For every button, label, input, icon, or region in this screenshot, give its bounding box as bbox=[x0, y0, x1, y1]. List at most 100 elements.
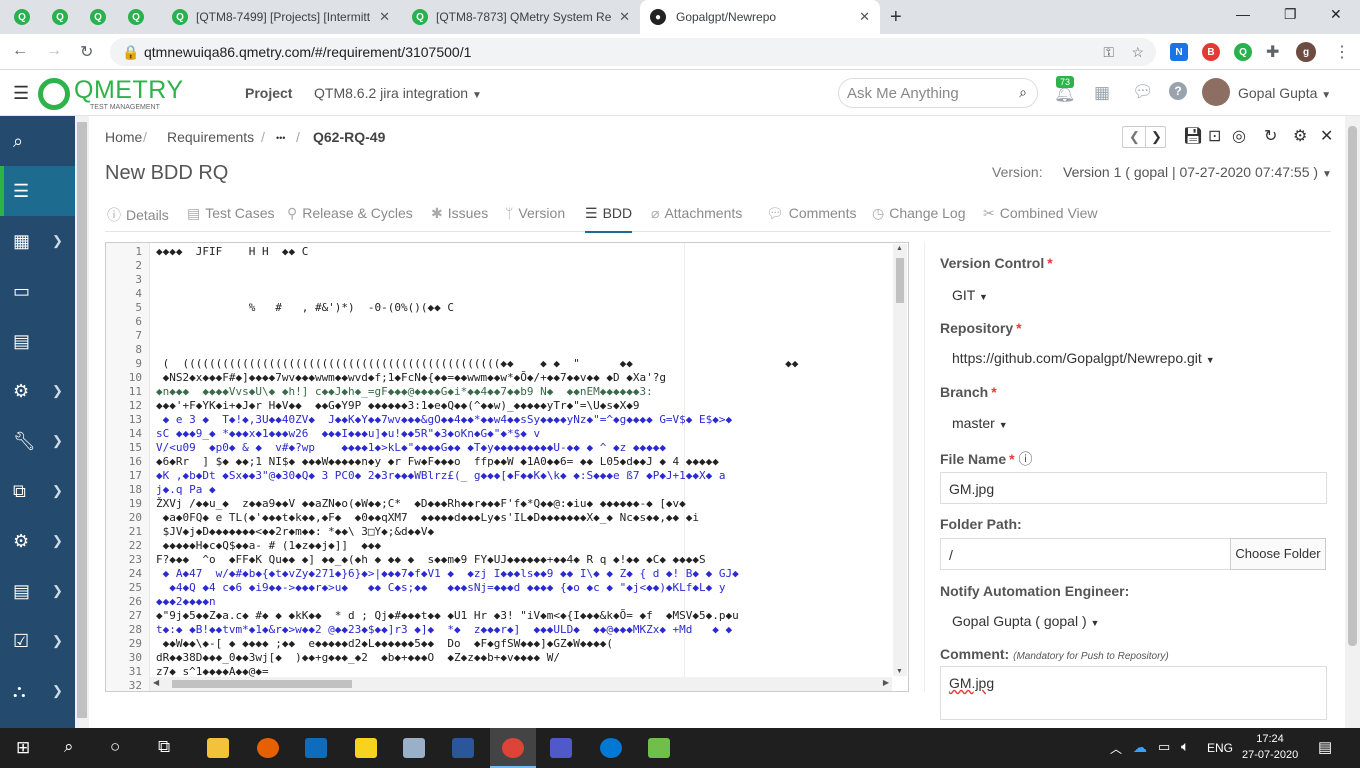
tab-bdd[interactable]: ☰ BDD bbox=[585, 205, 633, 233]
version-control-select[interactable]: GIT ▼ bbox=[952, 287, 988, 303]
task-view-icon[interactable]: ⧉ bbox=[158, 737, 170, 757]
user-menu[interactable]: Gopal Gupta ▼ bbox=[1238, 85, 1331, 101]
extension-badge-icon[interactable]: B bbox=[1202, 43, 1220, 61]
save-icon[interactable]: 💾︎ bbox=[1183, 126, 1203, 146]
close-tab-icon[interactable]: ✕ bbox=[379, 9, 390, 25]
windows-start-icon[interactable]: ⊞ bbox=[16, 738, 30, 758]
bookmark-star-icon[interactable]: ☆ bbox=[1131, 38, 1144, 66]
browser-tab[interactable]: Q bbox=[90, 0, 118, 34]
editor-horizontal-scrollbar[interactable]: ◀ ▶ bbox=[150, 677, 892, 691]
cortana-icon[interactable]: ○ bbox=[110, 737, 120, 757]
tab-test-cases[interactable]: ▤ Test Cases bbox=[187, 205, 274, 231]
extension-qmetry-icon[interactable]: Q bbox=[1234, 43, 1252, 61]
branch-select[interactable]: master ▼ bbox=[952, 415, 1008, 431]
outlook-icon[interactable] bbox=[305, 738, 327, 758]
save-and-close-icon[interactable]: ⊡ bbox=[1208, 126, 1221, 146]
new-tab-button[interactable]: + bbox=[890, 0, 910, 34]
hamburger-menu-icon[interactable]: ☰ bbox=[13, 83, 29, 104]
settings-gear-icon[interactable]: ⚙ bbox=[1293, 126, 1307, 146]
extension-n-icon[interactable]: N bbox=[1170, 43, 1188, 61]
tab-release-cycles[interactable]: ⚲ Release & Cycles bbox=[287, 205, 413, 231]
calendar-icon[interactable]: ▦ bbox=[1094, 83, 1110, 103]
browser-tab-qtm8-7499[interactable]: Q [QTM8-7499] [Projects] [Intermitt ✕ bbox=[160, 0, 400, 34]
browser-tab[interactable]: Q bbox=[52, 0, 80, 34]
profile-avatar[interactable]: g bbox=[1296, 42, 1316, 62]
info-circle-icon[interactable]: ⓘ bbox=[1018, 451, 1032, 467]
sidebar-item-tools[interactable]: 🔧︎ ❯ bbox=[0, 416, 75, 466]
sticky-notes-icon[interactable] bbox=[355, 738, 377, 758]
breadcrumb-home[interactable]: Home bbox=[105, 129, 142, 145]
page-scrollbar[interactable] bbox=[1345, 116, 1360, 728]
comment-textarea[interactable]: GM.jpg bbox=[940, 666, 1327, 720]
user-avatar[interactable] bbox=[1202, 78, 1230, 106]
tab-version[interactable]: ᛘ Version bbox=[505, 205, 565, 231]
chat-icon[interactable]: 💬︎ bbox=[1132, 82, 1154, 102]
sidebar-item-requirements[interactable]: ☰ bbox=[0, 166, 75, 216]
clock-time[interactable]: 17:24 bbox=[1250, 733, 1290, 745]
close-record-icon[interactable]: ✕ bbox=[1320, 126, 1333, 146]
word-icon[interactable] bbox=[452, 738, 474, 758]
sidebar-item-archive[interactable]: ▭ bbox=[0, 266, 75, 316]
address-bar[interactable]: 🔒 qtmnewuiqa86.qmetry.com/#/requirement/… bbox=[110, 38, 1156, 66]
sidebar-item-reports[interactable]: ▤ ❯ bbox=[0, 566, 75, 616]
back-icon[interactable]: ← bbox=[12, 42, 28, 60]
editor-vertical-scrollbar[interactable]: ▲ ▼ bbox=[893, 244, 907, 676]
tab-comments[interactable]: 💬︎ Comments bbox=[766, 205, 856, 231]
sidebar-item-hierarchy[interactable]: ⛬ ❯ bbox=[0, 666, 75, 716]
sidebar-item-integrations[interactable]: ⧉ ❯ bbox=[0, 466, 75, 516]
notify-engineer-select[interactable]: Gopal Gupta ( gopal ) ▼ bbox=[952, 613, 1099, 629]
search-icon[interactable]: ⌕ bbox=[1019, 84, 1027, 101]
onedrive-icon[interactable]: ☁ bbox=[1133, 739, 1147, 756]
network-icon[interactable]: ▭ bbox=[1158, 739, 1170, 755]
sidebar-item-settings[interactable]: ⚙ ❯ bbox=[0, 516, 75, 566]
sidebar-item-configuration[interactable]: ⚙ ❯ bbox=[0, 366, 75, 416]
watch-toggle-icon[interactable]: ◎ bbox=[1232, 126, 1246, 146]
version-selector[interactable]: Version 1 ( gopal | 07-27-2020 07:47:55 … bbox=[1063, 164, 1332, 180]
qmetry-logo[interactable]: QMETRY TEST MANAGEMENT bbox=[38, 76, 188, 112]
sidebar-item-dashboard[interactable]: ▦ ❯ bbox=[0, 216, 75, 266]
ask-me-anything-search[interactable]: Ask Me Anything ⌕ bbox=[838, 78, 1038, 108]
forward-icon[interactable]: → bbox=[46, 42, 62, 60]
sidebar-search[interactable]: ⌕ bbox=[0, 116, 75, 166]
restore-icon[interactable]: ❐ bbox=[1284, 6, 1297, 23]
folder-path-input[interactable]: / bbox=[940, 538, 1231, 570]
choose-folder-button[interactable]: Choose Folder bbox=[1230, 538, 1326, 570]
help-icon[interactable]: ? bbox=[1169, 82, 1187, 100]
tab-details[interactable]: ⓘ Details bbox=[107, 205, 169, 231]
tab-issues[interactable]: ✱ Issues bbox=[431, 205, 488, 231]
browser-tab-qtm8-7873[interactable]: Q [QTM8-7873] QMetry System Rep ✕ bbox=[400, 0, 640, 34]
taskbar-search-icon[interactable]: ⌕ bbox=[64, 737, 74, 757]
firefox-icon[interactable] bbox=[257, 738, 279, 758]
paint-icon[interactable] bbox=[403, 738, 425, 758]
minimize-icon[interactable]: — bbox=[1236, 6, 1250, 22]
tab-combined-view[interactable]: ✂ Combined View bbox=[983, 205, 1098, 231]
language-indicator[interactable]: ENG bbox=[1207, 741, 1233, 755]
refresh-icon[interactable]: ↻ bbox=[1264, 126, 1277, 146]
teams-icon[interactable] bbox=[550, 738, 572, 758]
tab-change-log[interactable]: ◷ Change Log bbox=[872, 205, 966, 231]
breadcrumb-requirements[interactable]: Requirements bbox=[167, 129, 254, 145]
chrome-taskbar-button[interactable] bbox=[490, 728, 536, 768]
clock-date[interactable]: 27-07-2020 bbox=[1242, 749, 1298, 761]
breadcrumb-ellipsis[interactable]: ••• bbox=[276, 133, 285, 143]
project-selector[interactable]: QTM8.6.2 jira integration ▼ bbox=[314, 85, 482, 101]
previous-record-icon[interactable]: ❮ bbox=[1129, 129, 1140, 145]
browser-tab[interactable]: Q bbox=[14, 0, 42, 34]
sidebar-scrollbar[interactable] bbox=[75, 116, 89, 728]
bdd-code-editor[interactable]: 1 2 3 4 5 6 7 8 9 10 11 12 13 14 15 16 17 18 19 20 21 22 23 24 2… bbox=[105, 242, 909, 692]
file-name-input[interactable]: GM.jpg bbox=[940, 472, 1327, 504]
browser-tab[interactable]: Q bbox=[128, 0, 156, 34]
next-record-icon[interactable]: ❯ bbox=[1151, 129, 1162, 145]
greenshot-icon[interactable] bbox=[648, 738, 670, 758]
reload-icon[interactable]: ↻ bbox=[80, 42, 93, 62]
file-explorer-icon[interactable] bbox=[207, 738, 229, 758]
volume-icon[interactable]: 🔈︎ bbox=[1181, 738, 1189, 755]
browser-menu-icon[interactable]: ⋮ bbox=[1334, 42, 1350, 62]
close-window-icon[interactable]: ✕ bbox=[1330, 6, 1342, 23]
sidebar-item-testcases[interactable]: ▤ bbox=[0, 316, 75, 366]
action-center-icon[interactable]: ▤ bbox=[1318, 738, 1332, 756]
show-hidden-icons[interactable]: ︿ bbox=[1110, 740, 1122, 757]
close-tab-icon[interactable]: ✕ bbox=[859, 9, 870, 25]
repository-select[interactable]: https://github.com/Gopalgpt/Newrepo.git … bbox=[952, 350, 1215, 366]
extensions-puzzle-icon[interactable]: ✚ bbox=[1266, 42, 1279, 62]
